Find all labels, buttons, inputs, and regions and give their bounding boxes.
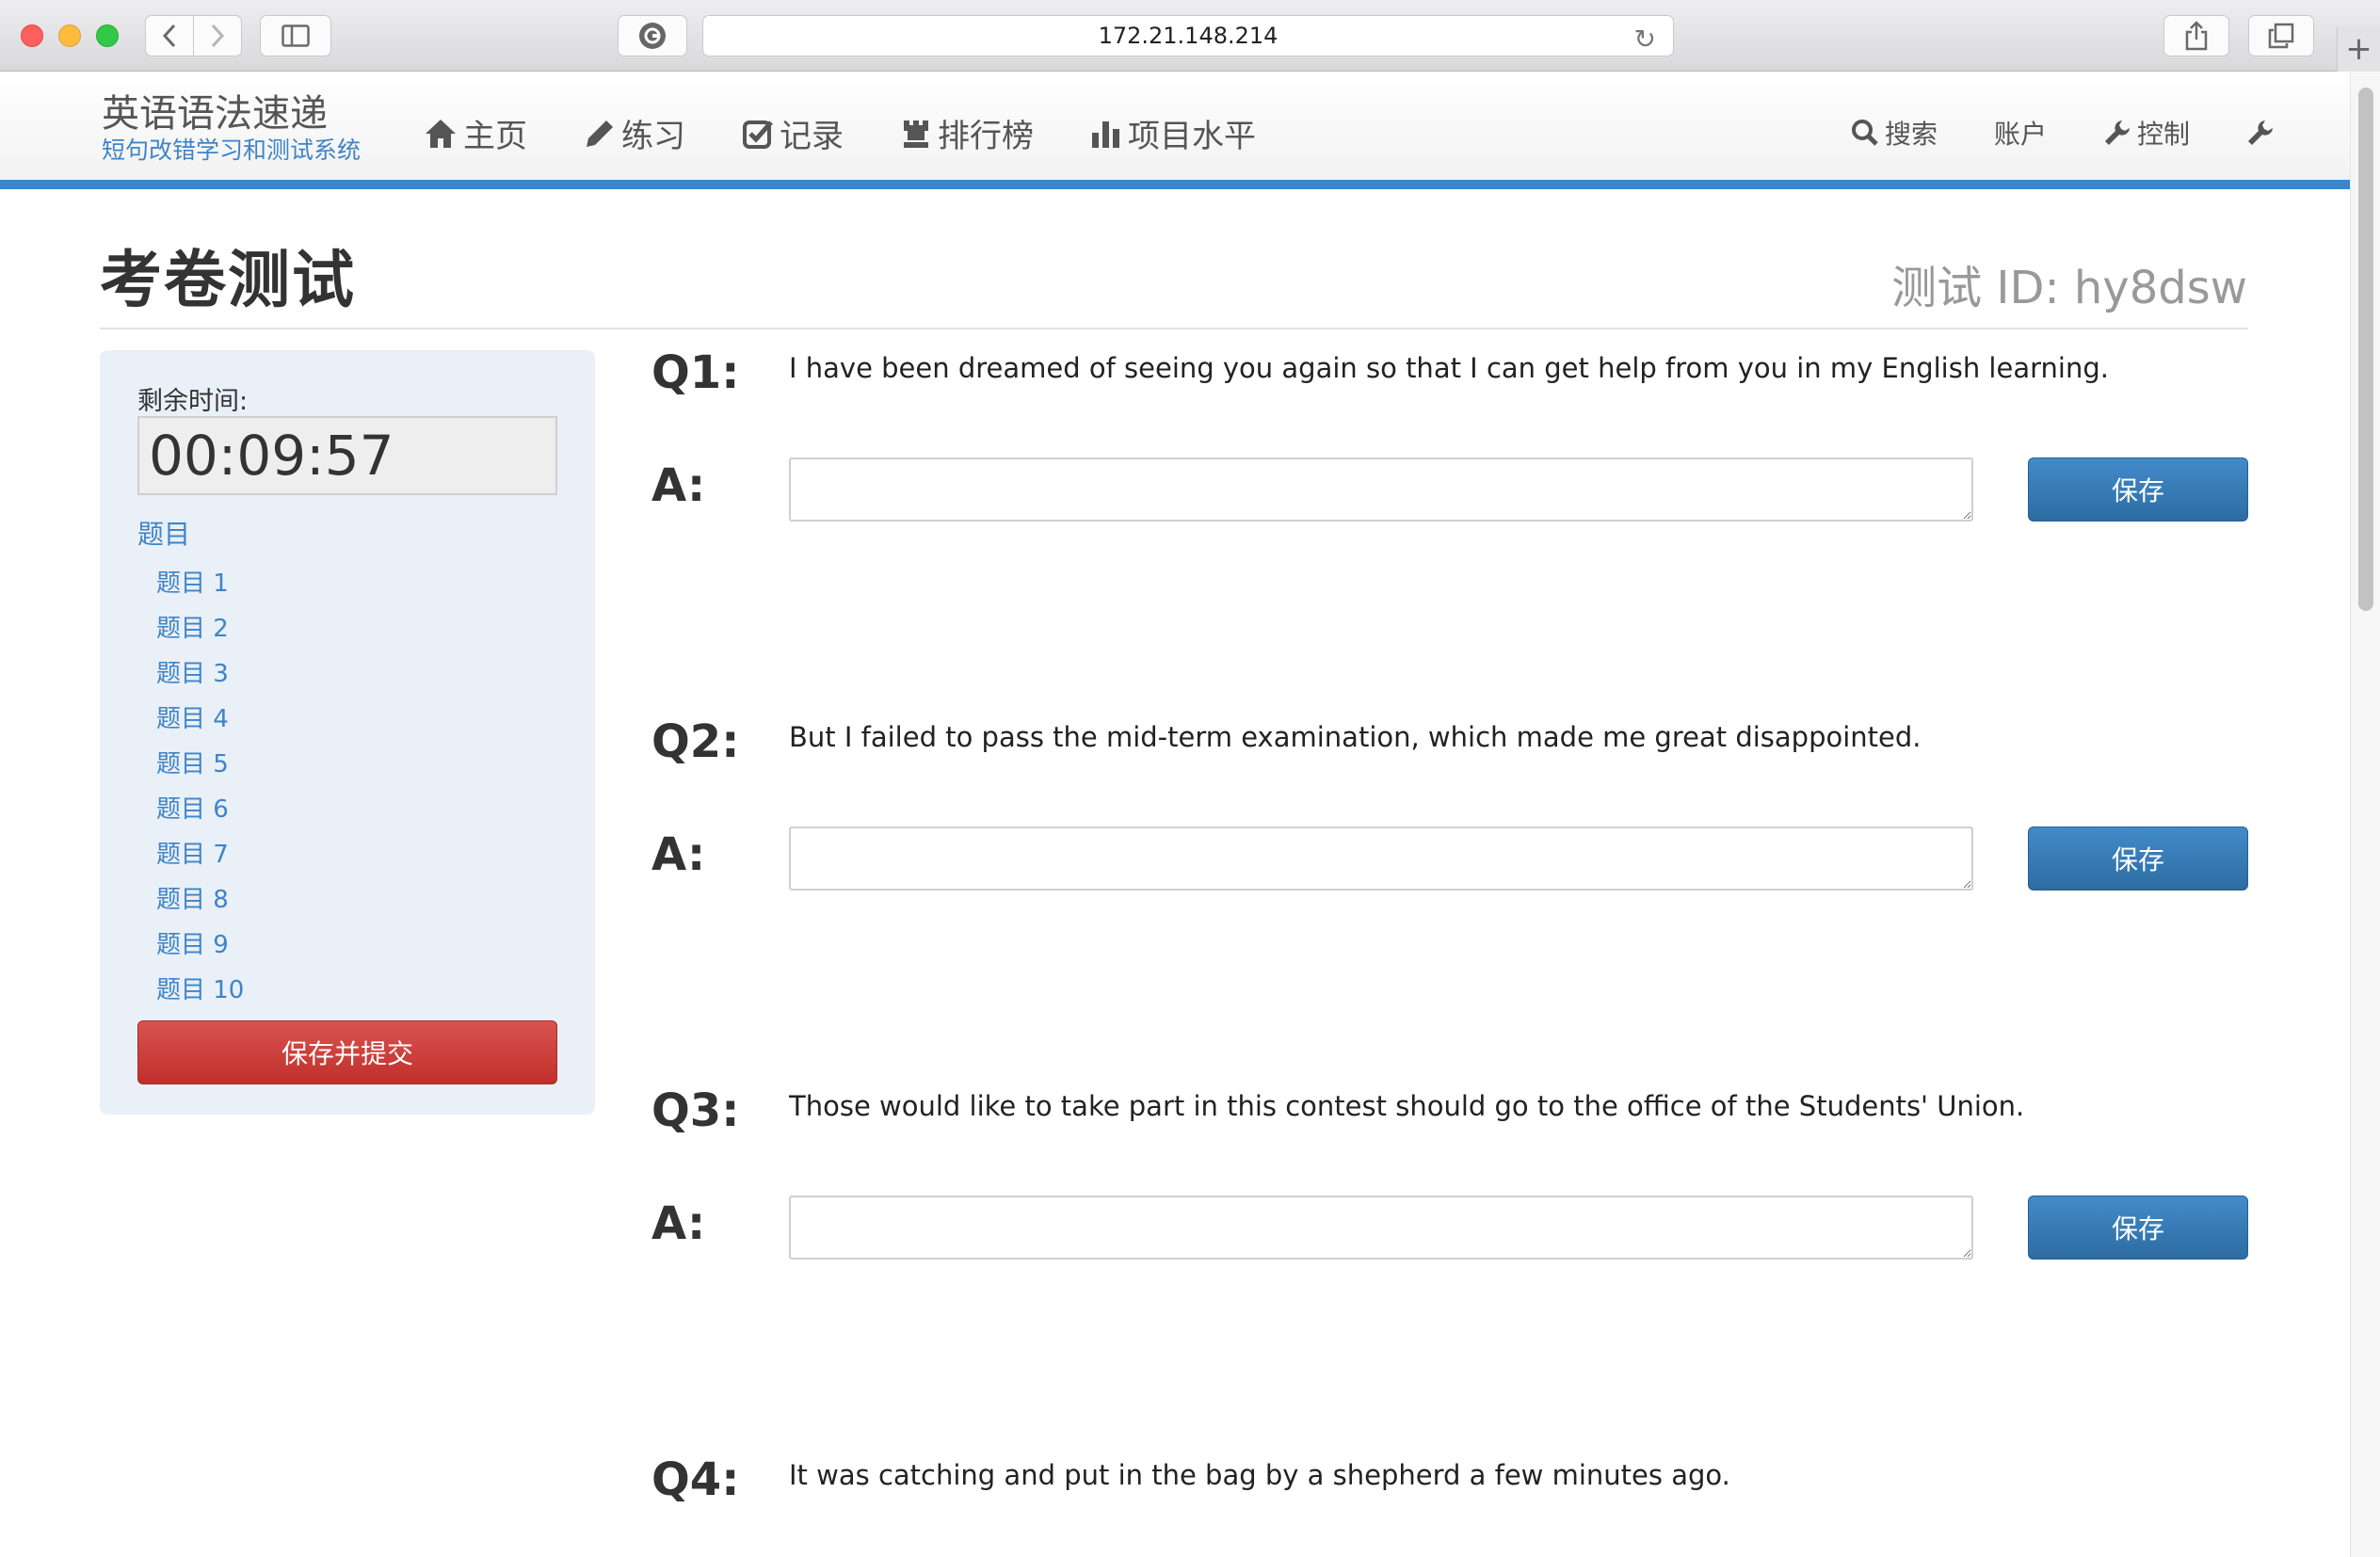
nav-search[interactable]: 搜索 (1851, 114, 1938, 152)
timer-label: 剩余时间: (137, 387, 249, 416)
back-button[interactable] (145, 15, 194, 56)
save-button[interactable]: 保存 (2028, 457, 2248, 522)
answer-label: A: (651, 459, 706, 512)
zoom-window-button[interactable] (96, 24, 119, 47)
search-icon (1851, 120, 1878, 146)
scrollbar-thumb[interactable] (2358, 88, 2373, 611)
sidebar-toggle-button[interactable] (260, 15, 331, 56)
question-number: Q3: (651, 1084, 740, 1137)
share-button[interactable] (2163, 15, 2229, 56)
url-text: 172.21.148.214 (1098, 23, 1278, 49)
question-block: Q3: Those would like to take part in thi… (651, 1084, 2248, 1367)
answer-input[interactable] (789, 1196, 1973, 1260)
tab-overview-button[interactable] (2248, 15, 2314, 56)
answer-input[interactable] (789, 827, 1973, 891)
question-text: It was catching and put in the bag by a … (789, 1459, 1730, 1491)
nav-records[interactable]: 记录 (742, 110, 844, 156)
chevron-right-icon (211, 24, 225, 48)
answer-label: A: (651, 1197, 706, 1250)
question-number: Q1: (651, 346, 740, 399)
question-link[interactable]: 题目 8 (156, 877, 244, 923)
brand-title: 英语语法速递 (102, 92, 328, 136)
nav-levels[interactable]: 项目水平 (1090, 110, 1256, 156)
question-text: I have been dreamed of seeing you again … (789, 352, 2109, 384)
header-divider (100, 328, 2248, 329)
question-link[interactable]: 题目 6 (156, 787, 244, 832)
sidebar-icon (281, 24, 310, 47)
bar-chart-icon (1092, 120, 1119, 148)
nav-home[interactable]: 主页 (424, 110, 527, 156)
nav-practice-label: 练习 (621, 118, 685, 155)
main-nav: 主页 练习 记录 排行榜 项目水平 (424, 110, 1256, 156)
question-text: Those would like to take part in this co… (789, 1090, 2025, 1122)
question-link[interactable]: 题目 1 (156, 561, 244, 606)
countdown-timer: 00:09:57 (137, 416, 557, 495)
nav-control[interactable]: 控制 (2103, 114, 2190, 152)
minimize-window-button[interactable] (58, 24, 81, 47)
question-text: But I failed to pass the mid-term examin… (789, 721, 1922, 753)
question-block: Q4: It was catching and put in the bag b… (651, 1453, 2248, 1548)
answer-input[interactable] (789, 457, 1973, 522)
save-button[interactable]: 保存 (2028, 1196, 2248, 1260)
question-link[interactable]: 题目 2 (156, 606, 244, 651)
nav-settings[interactable] (2246, 119, 2275, 147)
nav-account-label: 账户 (1993, 119, 2047, 150)
nav-practice[interactable]: 练习 (584, 110, 685, 156)
wrench-icon (2104, 120, 2130, 145)
question-number: Q2: (651, 715, 740, 768)
question-index: 题目 1 题目 2 题目 3 题目 4 题目 5 题目 6 题目 7 题目 8 … (156, 561, 244, 1013)
question-number: Q4: (651, 1453, 740, 1506)
question-link[interactable]: 题目 7 (156, 832, 244, 877)
pencil-icon (587, 120, 613, 147)
rook-icon (904, 120, 928, 148)
forward-button[interactable] (193, 15, 242, 56)
question-block: Q2: But I failed to pass the mid-term ex… (651, 715, 2248, 998)
question-link[interactable]: 题目 3 (156, 651, 244, 697)
nav-home-label: 主页 (463, 118, 527, 155)
nav-search-label: 搜索 (1884, 119, 1938, 150)
question-link[interactable]: 题目 5 (156, 742, 244, 787)
page-title: 考卷测试 (100, 244, 356, 316)
answer-label: A: (651, 828, 706, 881)
nav-levels-label: 项目水平 (1128, 118, 1256, 155)
home-icon (426, 119, 456, 148)
new-tab-button[interactable]: + (2337, 26, 2380, 72)
address-bar[interactable]: 172.21.148.214 ↻ (702, 15, 1674, 56)
nav-control-label: 控制 (2136, 119, 2190, 150)
wrench-icon (2248, 120, 2273, 145)
brand-subtitle: 短句改错学习和测试系统 (102, 136, 362, 164)
g-circle-icon (639, 23, 666, 49)
question-link[interactable]: 题目 10 (156, 968, 244, 1013)
share-icon (2185, 21, 2208, 51)
save-and-submit-button[interactable]: 保存并提交 (137, 1020, 557, 1084)
test-sidebar: 剩余时间: 00:09:57 题目 题目 1 题目 2 题目 3 题目 4 题目… (100, 350, 595, 1115)
nav-leaderboard-label: 排行榜 (938, 118, 1034, 155)
page-scrollbar[interactable] (2350, 72, 2380, 1557)
plus-icon: + (2345, 30, 2372, 68)
check-square-icon (743, 120, 773, 149)
save-button[interactable]: 保存 (2028, 827, 2248, 891)
question-link[interactable]: 题目 9 (156, 923, 244, 968)
question-link[interactable]: 题目 4 (156, 697, 244, 742)
nav-account[interactable]: 账户 (1994, 114, 2047, 152)
browser-toolbar: 172.21.148.214 ↻ + (0, 0, 2380, 72)
reload-icon[interactable]: ↻ (1634, 24, 1656, 55)
close-window-button[interactable] (21, 24, 43, 47)
nav-leaderboard[interactable]: 排行榜 (900, 110, 1034, 156)
question-block: Q1: I have been dreamed of seeing you ag… (651, 346, 2248, 629)
nav-records-label: 记录 (780, 118, 844, 155)
site-navbar: 英语语法速递 短句改错学习和测试系统 主页 练习 记录 排行榜 项目水平 搜索 (0, 72, 2350, 189)
question-index-heading[interactable]: 题目 (137, 514, 190, 552)
tabs-icon (2268, 23, 2294, 49)
chevron-left-icon (162, 24, 176, 48)
nav-right: 搜索 账户 控制 (1851, 114, 2275, 152)
test-id: 测试 ID: hy8dsw (1891, 262, 2247, 314)
site-extension-button[interactable] (618, 15, 687, 56)
brand[interactable]: 英语语法速递 短句改错学习和测试系统 (102, 91, 361, 165)
